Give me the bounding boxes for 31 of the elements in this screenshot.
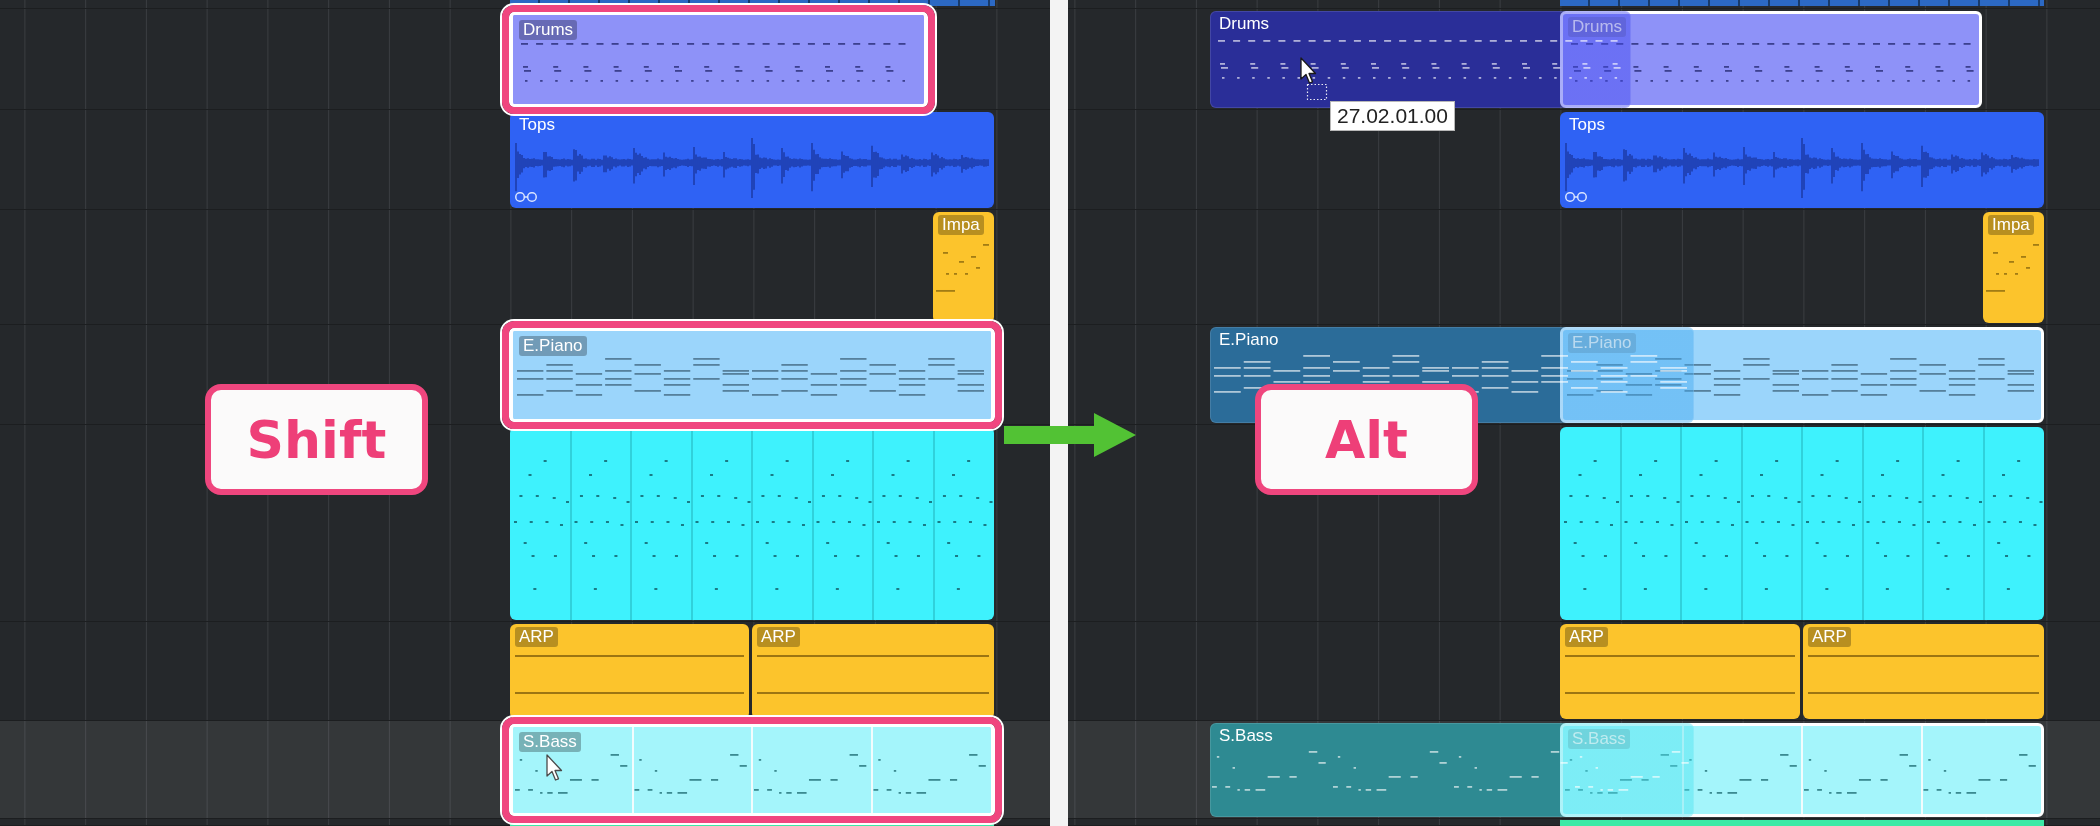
region-name: Drums <box>519 20 578 40</box>
midi-region[interactable]: ARP <box>1560 624 1800 719</box>
midi-region[interactable] <box>1560 427 2044 620</box>
midi-region[interactable]: ARP <box>1803 624 2044 719</box>
position-tooltip: 27.02.01.00 <box>1330 101 1455 131</box>
region-name: Tops <box>1568 115 1606 135</box>
region-name: ARP <box>1565 627 1608 647</box>
midi-region[interactable]: Impa <box>1983 212 2044 323</box>
shortcut-key-label: Shift <box>205 384 428 495</box>
clip-edge[interactable] <box>1560 0 2044 6</box>
link-icon <box>1565 192 1587 202</box>
audio-region[interactable]: Tops <box>510 112 994 208</box>
region-name: Tops <box>518 115 556 135</box>
region-name: S.Bass <box>1218 726 1274 746</box>
clip-edge[interactable] <box>1560 820 2044 826</box>
region-name: ARP <box>515 627 558 647</box>
link-icon <box>515 192 537 202</box>
region-name: ARP <box>757 627 800 647</box>
region-name: S.Bass <box>519 732 581 752</box>
region-name: Drums <box>1218 14 1271 34</box>
region-name: E.Piano <box>519 336 587 356</box>
region-name: Impa <box>1988 215 2034 235</box>
audio-region[interactable]: Tops <box>1560 112 2044 208</box>
midi-notes-drawing <box>936 244 989 292</box>
region-name: ARP <box>1808 627 1851 647</box>
shortcut-key-label: Alt <box>1255 384 1478 495</box>
clip-edge[interactable] <box>510 0 995 6</box>
region-name: Impa <box>938 215 984 235</box>
right-arrow-icon <box>1004 413 1136 457</box>
region-name: E.Piano <box>1218 330 1280 350</box>
midi-notes-drawing <box>1986 244 2039 292</box>
